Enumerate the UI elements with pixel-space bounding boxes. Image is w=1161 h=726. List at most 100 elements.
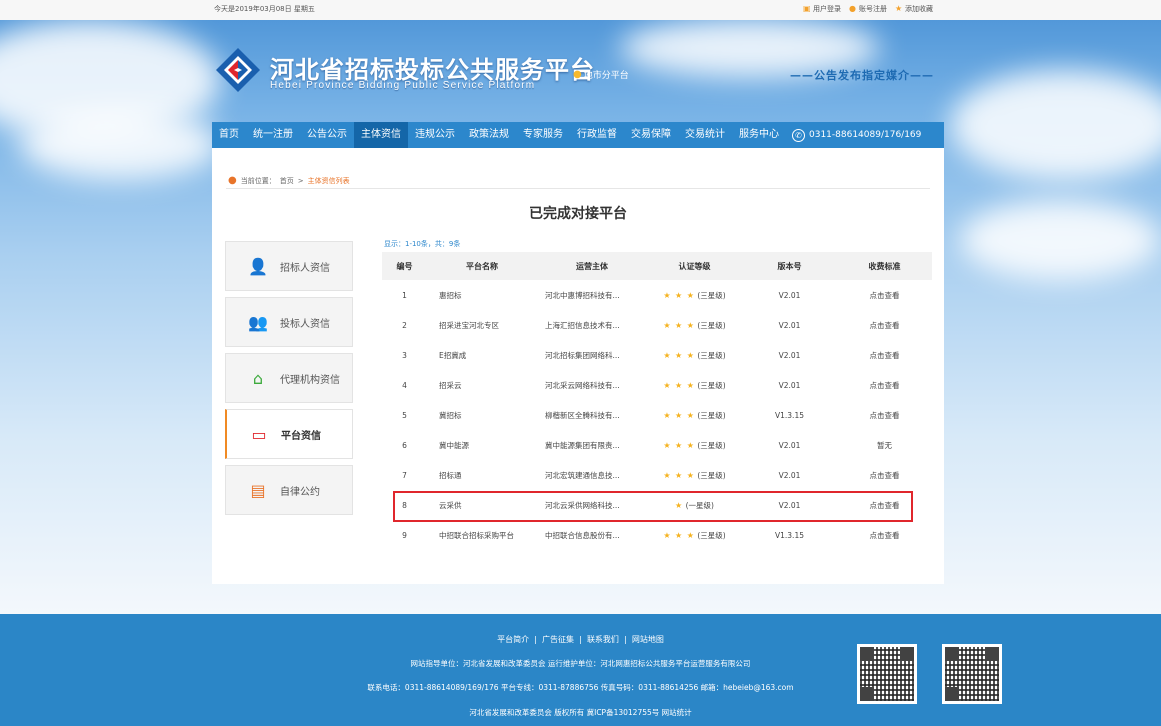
sub-platform-link[interactable]: ● 地市分平台 bbox=[573, 68, 629, 81]
location-pin-icon: ● bbox=[228, 175, 237, 186]
sidebar-item-bidder[interactable]: 👥 投标人资信 bbox=[225, 297, 353, 347]
platform-name: 中招联合招标采购平台 bbox=[439, 530, 514, 540]
hotline-number: 0311-88614089/176/169 bbox=[809, 130, 922, 140]
footer-link-contact[interactable]: 联系我们 bbox=[587, 635, 619, 644]
breadcrumb-current: 主体资信列表 bbox=[307, 176, 350, 185]
fee-link[interactable]: 点击查看 bbox=[837, 460, 932, 490]
table-row: 1 惠招标 河北中惠博招科技有... ★ ★ ★ (三星级) V2.01 点击查… bbox=[382, 280, 932, 310]
fee-status: 暂无 bbox=[877, 440, 892, 450]
col-number: 编号 bbox=[382, 252, 427, 280]
cert-level: ★ ★ ★ (三星级) bbox=[647, 520, 742, 550]
sidebar-item-label: 投标人资信 bbox=[280, 318, 330, 330]
favorite-label: 添加收藏 bbox=[905, 5, 933, 13]
level-label: (三星级) bbox=[697, 320, 726, 330]
star-rating: ★ ★ ★ bbox=[663, 320, 695, 330]
operator-name: 河北宏筑建通信息技... bbox=[545, 470, 620, 480]
page-title: 已完成对接平台 bbox=[529, 206, 627, 222]
fee-link[interactable]: 点击查看 bbox=[837, 310, 932, 340]
footer-link-about[interactable]: 平台简介 bbox=[497, 635, 529, 644]
sidebar: 👤 招标人资信 👥 投标人资信 ⌂ 代理机构资信 ▭ 平台资信 ▤ 自律公约 bbox=[225, 241, 353, 521]
cloud-decoration bbox=[20, 110, 220, 180]
version: V2.01 bbox=[778, 350, 801, 360]
nav-service[interactable]: 服务中心 bbox=[732, 122, 786, 148]
nav-violations[interactable]: 违规公示 bbox=[408, 122, 462, 148]
fee-link[interactable]: 点击查看 bbox=[837, 370, 932, 400]
sidebar-item-convention[interactable]: ▤ 自律公约 bbox=[225, 465, 353, 515]
cert-level: ★ ★ ★ (三星级) bbox=[647, 460, 742, 490]
version: V2.01 bbox=[778, 290, 801, 300]
favorite-link[interactable]: ★ 添加收藏 bbox=[895, 4, 933, 14]
nav-supervision[interactable]: 行政监督 bbox=[570, 122, 624, 148]
fee-link[interactable]: 点击查看 bbox=[837, 280, 932, 310]
person-icon: ● bbox=[849, 4, 856, 13]
location-pin-icon: ● bbox=[573, 69, 582, 80]
platform-name: 招采云 bbox=[439, 380, 462, 390]
operator-name: 河北招标集团网络科... bbox=[545, 350, 620, 360]
footer-link-sitemap[interactable]: 网站地图 bbox=[632, 635, 664, 644]
row-number: 3 bbox=[402, 350, 407, 360]
footer-link-ads[interactable]: 广告征集 bbox=[542, 635, 574, 644]
level-label: (三星级) bbox=[697, 530, 726, 540]
cloud-decoration bbox=[950, 70, 1161, 180]
table-row: 2 招采进宝河北专区 上海汇招信息技术有... ★ ★ ★ (三星级) V2.0… bbox=[382, 310, 932, 340]
platform-name: 冀中能源 bbox=[439, 440, 469, 450]
nav-home[interactable]: 首页 bbox=[212, 122, 246, 148]
breadcrumb: ● 当前位置： 首页 > 主体资信列表 bbox=[228, 175, 350, 186]
breadcrumb-home[interactable]: 首页 bbox=[280, 176, 294, 186]
nav-policies[interactable]: 政策法规 bbox=[462, 122, 516, 148]
platform-name: 招标通 bbox=[439, 470, 462, 480]
sidebar-item-label: 招标人资信 bbox=[280, 262, 330, 274]
fee-link[interactable]: 点击查看 bbox=[837, 340, 932, 370]
nav-announcements[interactable]: 公告公示 bbox=[300, 122, 354, 148]
fee-link[interactable]: 点击查看 bbox=[837, 520, 932, 550]
register-link[interactable]: ● 账号注册 bbox=[849, 4, 887, 14]
operator-name: 河北采云网络科技有... bbox=[545, 380, 620, 390]
operator-name: 冀中能源集团有限责... bbox=[545, 440, 620, 450]
version: V2.01 bbox=[778, 320, 801, 330]
version: V1.3.15 bbox=[775, 410, 804, 420]
login-link[interactable]: ▣ 用户登录 bbox=[803, 4, 841, 14]
star-rating: ★ ★ ★ bbox=[663, 350, 695, 360]
table-row: 5 冀招标 柳楷新区全腾科技有... ★ ★ ★ (三星级) V1.3.15 点… bbox=[382, 400, 932, 430]
top-bar: 今天是2019年03月08日 星期五 ▣ 用户登录 ● 账号注册 ★ 添加收藏 bbox=[0, 0, 1161, 20]
nav-experts[interactable]: 专家服务 bbox=[516, 122, 570, 148]
nav-credit[interactable]: 主体资信 bbox=[354, 122, 408, 148]
nav-register[interactable]: 统一注册 bbox=[246, 122, 300, 148]
phone-icon: ✆ bbox=[792, 128, 805, 142]
nav-statistics[interactable]: 交易统计 bbox=[678, 122, 732, 148]
row-number: 2 bbox=[402, 320, 407, 330]
cert-level: ★ ★ ★ (三星级) bbox=[647, 280, 742, 310]
level-label: (三星级) bbox=[697, 380, 726, 390]
nav-security[interactable]: 交易保障 bbox=[624, 122, 678, 148]
level-label: (三星级) bbox=[697, 350, 726, 360]
col-level: 认证等级 bbox=[647, 252, 742, 280]
media-tag: ——公告发布指定媒介—— bbox=[790, 69, 934, 82]
version: V2.01 bbox=[778, 440, 801, 450]
sidebar-item-platform[interactable]: ▭ 平台资信 bbox=[225, 409, 353, 459]
row-number: 9 bbox=[402, 530, 407, 540]
star-rating: ★ ★ ★ bbox=[663, 440, 695, 450]
cert-level: ★ ★ ★ (三星级) bbox=[647, 340, 742, 370]
register-label: 账号注册 bbox=[859, 5, 887, 13]
sidebar-item-label: 自律公约 bbox=[280, 486, 320, 498]
cert-level: ★ ★ ★ (三星级) bbox=[647, 400, 742, 430]
operator-name: 中招联合信息股份有... bbox=[545, 530, 620, 540]
document-icon: ▤ bbox=[250, 480, 266, 500]
level-label: (三星级) bbox=[697, 290, 726, 300]
main-nav: 首页 统一注册 公告公示 主体资信 违规公示 政策法规 专家服务 行政监督 交易… bbox=[212, 122, 944, 148]
star-icon: ★ bbox=[895, 4, 903, 13]
star-rating: ★ ★ ★ bbox=[663, 530, 695, 540]
platform-name: E招冀成 bbox=[439, 350, 467, 360]
table-row: 7 招标通 河北宏筑建通信息技... ★ ★ ★ (三星级) V2.01 点击查… bbox=[382, 460, 932, 490]
row-number: 6 bbox=[402, 440, 407, 450]
footer: 平台简介 | 广告征集 | 联系我们 | 网站地图 网站指导单位：河北省发展和改… bbox=[0, 614, 1161, 726]
footer-separator: | bbox=[624, 635, 627, 644]
level-label: (三星级) bbox=[697, 410, 726, 420]
sidebar-item-tenderer[interactable]: 👤 招标人资信 bbox=[225, 241, 353, 291]
hotline: ✆ 0311-88614089/176/169 bbox=[792, 128, 922, 142]
site-logo[interactable] bbox=[214, 46, 262, 94]
platform-name: 惠招标 bbox=[439, 290, 462, 300]
sidebar-item-agency[interactable]: ⌂ 代理机构资信 bbox=[225, 353, 353, 403]
fee-link[interactable]: 点击查看 bbox=[837, 400, 932, 430]
qr-code bbox=[857, 644, 917, 704]
